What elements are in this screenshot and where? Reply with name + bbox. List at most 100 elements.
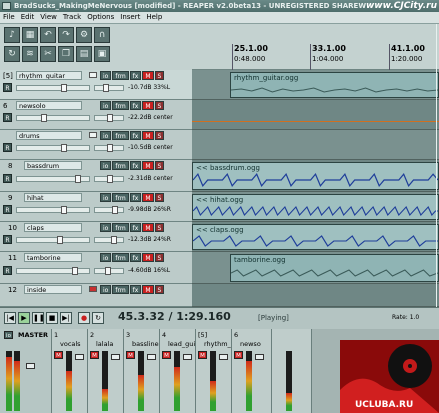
media-item[interactable]: << hihat.ogg xyxy=(192,194,439,220)
mute-button[interactable]: M xyxy=(54,351,63,359)
solo-button[interactable]: S xyxy=(154,101,165,110)
track-row[interactable]: [5] rhythm_guitar io frm fx M S R -10.7dB 33… xyxy=(0,70,192,100)
lock-icon[interactable]: ▣ xyxy=(94,46,110,62)
trim-button[interactable]: frm xyxy=(112,223,129,232)
volume-knob[interactable] xyxy=(61,144,67,152)
mute-button[interactable]: M xyxy=(142,223,154,232)
volume-slider[interactable] xyxy=(16,267,90,275)
undo-icon[interactable]: ↶ xyxy=(40,27,56,43)
trim-button[interactable]: frm xyxy=(112,71,129,80)
master-io-button[interactable]: io xyxy=(4,331,13,339)
pan-slider[interactable] xyxy=(94,114,124,122)
fx-button[interactable]: fx xyxy=(129,101,142,110)
io-button[interactable]: io xyxy=(100,101,112,110)
volume-fader[interactable] xyxy=(111,354,120,360)
solo-button[interactable]: S xyxy=(154,223,165,232)
mixer-strip[interactable]: 6 newso M xyxy=(232,329,272,413)
track-name[interactable]: hihat xyxy=(24,193,82,202)
fx-button[interactable]: fx xyxy=(129,161,142,170)
record-icon[interactable]: ● xyxy=(78,312,90,324)
track-row[interactable]: 10 claps io frm fx M S R -12.3dB 24%R xyxy=(0,222,192,252)
track-lane[interactable]: << bassdrum.ogg xyxy=(192,160,439,192)
fx-button[interactable]: fx xyxy=(129,71,142,80)
trim-button[interactable]: frm xyxy=(112,101,129,110)
go-end-icon[interactable]: ▶| xyxy=(60,312,72,324)
volume-fader[interactable] xyxy=(219,354,228,360)
pan-knob[interactable] xyxy=(105,267,111,275)
volume-knob[interactable] xyxy=(75,175,81,183)
track-lane[interactable] xyxy=(192,130,439,160)
track-name[interactable]: bassdrum xyxy=(24,161,82,170)
mixer-strip[interactable]: 4 lead_guitar M xyxy=(160,329,196,413)
solo-button[interactable]: S xyxy=(154,193,165,202)
io-button[interactable]: io xyxy=(100,223,112,232)
fx-button[interactable]: fx xyxy=(129,253,142,262)
track-name[interactable]: newsolo xyxy=(16,101,82,110)
grid-icon[interactable]: ▦ xyxy=(22,27,38,43)
track-lane[interactable]: rhythm_guitar.ogg xyxy=(192,70,439,100)
pan-knob[interactable] xyxy=(107,144,113,152)
io-button[interactable]: io xyxy=(100,193,112,202)
settings-icon[interactable]: ⚙ xyxy=(76,27,92,43)
track-row[interactable]: drums io frm fx M S R -10.5dB center xyxy=(0,130,192,160)
mute-button[interactable]: M xyxy=(126,351,135,359)
fx-button[interactable]: fx xyxy=(129,223,142,232)
fx-button[interactable]: fx xyxy=(129,193,142,202)
rate-value[interactable]: 1.0 xyxy=(410,314,420,321)
folder-icon[interactable] xyxy=(89,286,97,292)
mute-button[interactable]: M xyxy=(142,285,154,294)
pan-knob[interactable] xyxy=(112,206,118,214)
volume-slider[interactable] xyxy=(16,236,90,244)
fx-button[interactable]: fx xyxy=(129,131,142,140)
io-button[interactable]: io xyxy=(100,131,112,140)
rec-arm-button[interactable]: R xyxy=(3,235,12,244)
master-fader[interactable] xyxy=(26,363,35,369)
track-row[interactable]: 9 hihat io frm fx M S R -9.98dB 26%R xyxy=(0,192,192,222)
volume-slider[interactable] xyxy=(16,175,90,183)
solo-button[interactable]: S xyxy=(154,161,165,170)
rec-arm-button[interactable]: R xyxy=(3,143,12,152)
rec-arm-button[interactable]: R xyxy=(3,266,12,275)
media-item[interactable]: tamborine.ogg xyxy=(230,254,439,282)
ripple-icon[interactable]: ≋ xyxy=(22,46,38,62)
mute-button[interactable]: M xyxy=(142,71,154,80)
solo-button[interactable]: S xyxy=(154,131,165,140)
mute-button[interactable]: M xyxy=(90,351,99,359)
playhead[interactable] xyxy=(436,24,437,307)
track-row[interactable]: 12 inside io frm fx M S xyxy=(0,284,192,307)
menu-edit[interactable]: Edit xyxy=(18,12,38,23)
rec-arm-button[interactable]: R xyxy=(3,83,12,92)
volume-knob[interactable] xyxy=(41,114,47,122)
pause-icon[interactable]: ❚❚ xyxy=(32,312,45,324)
trim-button[interactable]: frm xyxy=(112,253,129,262)
rate-readout[interactable]: Rate: 1.0 xyxy=(392,314,419,321)
track-row[interactable]: 11 tamborine io frm fx M S R -4.60dB 16%L xyxy=(0,252,192,284)
volume-slider[interactable] xyxy=(16,144,90,152)
fx-button[interactable]: fx xyxy=(129,285,142,294)
pan-slider[interactable] xyxy=(94,236,124,244)
solo-button[interactable]: S xyxy=(154,253,165,262)
volume-knob[interactable] xyxy=(57,236,63,244)
track-lane[interactable] xyxy=(192,100,439,130)
folder-icon[interactable] xyxy=(89,132,97,138)
mute-button[interactable]: M xyxy=(198,351,207,359)
media-item[interactable]: rhythm_guitar.ogg xyxy=(230,72,439,98)
track-lane[interactable]: << claps.ogg xyxy=(192,222,439,252)
track-name[interactable]: claps xyxy=(24,223,82,232)
trim-button[interactable]: frm xyxy=(112,161,129,170)
io-button[interactable]: io xyxy=(100,253,112,262)
pan-slider[interactable] xyxy=(94,267,124,275)
volume-fader[interactable] xyxy=(147,354,156,360)
volume-knob[interactable] xyxy=(61,206,67,214)
track-name[interactable]: inside xyxy=(24,285,82,294)
mixer-strip[interactable]: [5] rhythm_guitar M xyxy=(196,329,232,413)
io-button[interactable]: io xyxy=(100,285,112,294)
mute-button[interactable]: M xyxy=(142,101,154,110)
pan-knob[interactable] xyxy=(107,175,113,183)
go-start-icon[interactable]: |◀ xyxy=(4,312,16,324)
track-name[interactable]: tamborine xyxy=(24,253,82,262)
menu-track[interactable]: Track xyxy=(60,12,84,23)
track-row[interactable]: 8 bassdrum io frm fx M S R -2.31dB center xyxy=(0,160,192,192)
rec-arm-button[interactable]: R xyxy=(3,174,12,183)
trim-button[interactable]: frm xyxy=(112,131,129,140)
